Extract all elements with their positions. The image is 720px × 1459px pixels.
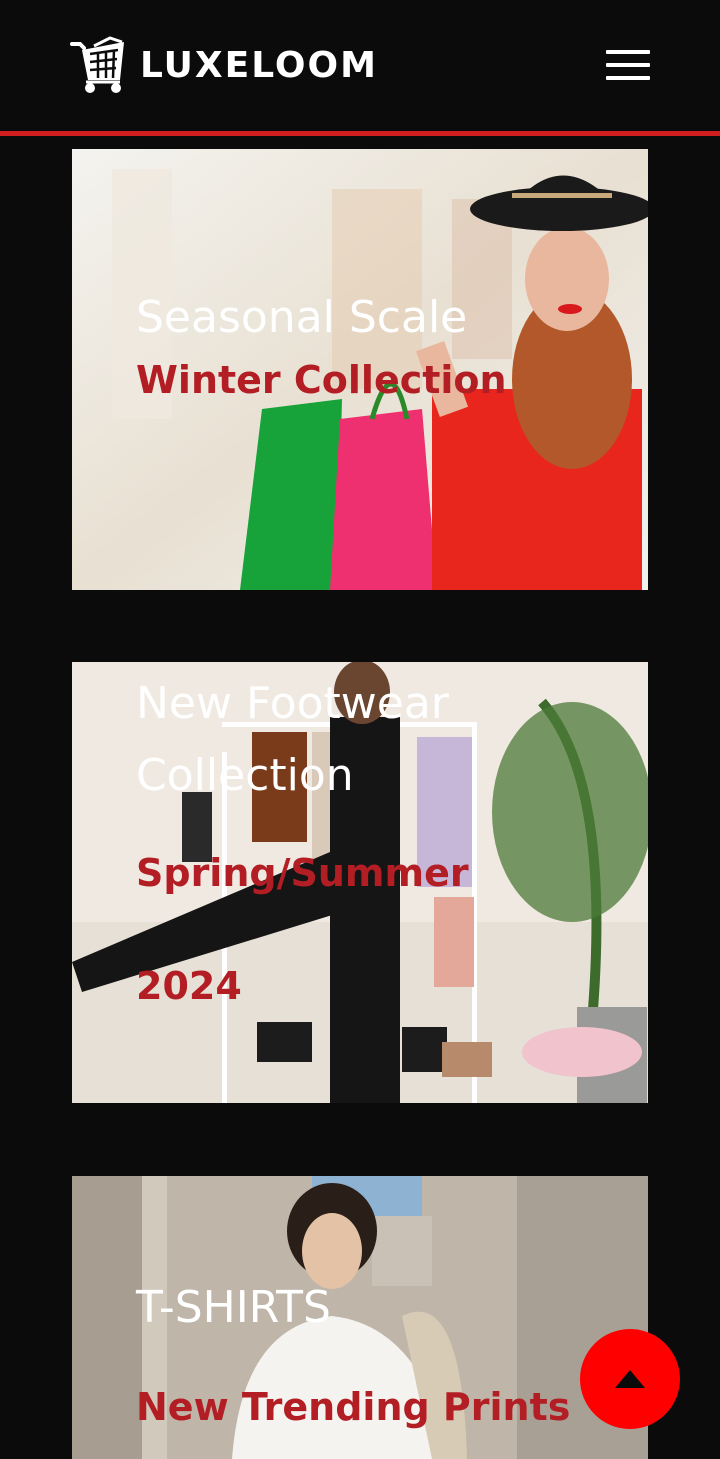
card-subtitle-line-1: Spring/Summer bbox=[136, 851, 469, 895]
card-subtitle: New Trending Prints bbox=[136, 1385, 571, 1429]
scroll-to-top-button[interactable] bbox=[580, 1329, 680, 1429]
promo-card-seasonal-sale[interactable]: Seasonal Scale Winter Collection bbox=[72, 149, 648, 590]
card-title-line-2: Collection bbox=[136, 750, 354, 801]
brand-name: LUXELOOM bbox=[140, 44, 378, 86]
header-divider bbox=[0, 131, 720, 136]
site-header: LUXELOOM bbox=[0, 0, 720, 132]
hamburger-menu-icon[interactable] bbox=[606, 50, 650, 80]
promo-card-tshirts[interactable]: T-SHIRTS New Trending Prints bbox=[72, 1176, 648, 1459]
card-subtitle-line-2: 2024 bbox=[136, 964, 242, 1008]
card-title: T-SHIRTS bbox=[136, 1282, 331, 1333]
card-subtitle: Winter Collection bbox=[136, 358, 507, 402]
card-title-line-1: New Footwear bbox=[136, 678, 449, 729]
promo-card-footwear[interactable]: New Footwear Collection Spring/Summer 20… bbox=[72, 662, 648, 1103]
arrow-up-icon bbox=[615, 1370, 645, 1388]
brand-logo[interactable]: LUXELOOM bbox=[70, 36, 378, 94]
shopping-cart-icon bbox=[70, 36, 124, 93]
